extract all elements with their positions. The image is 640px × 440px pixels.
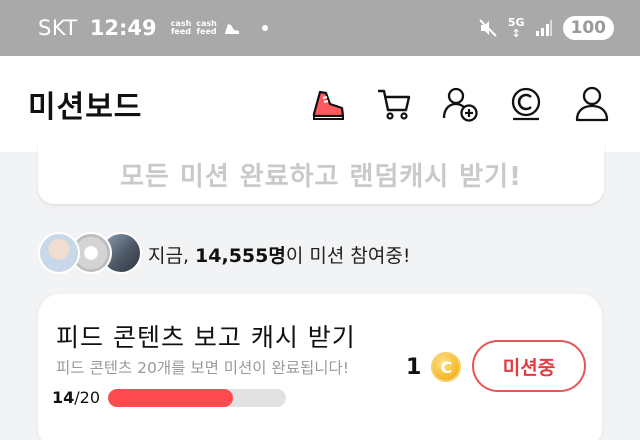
coin-icon: C	[431, 352, 462, 382]
battery-indicator: 100	[562, 16, 614, 40]
app-header: 미션보드	[0, 56, 640, 152]
network-label: 5G	[507, 16, 525, 29]
add-friend-icon[interactable]	[440, 84, 480, 124]
cash-icon[interactable]	[506, 84, 546, 124]
mission-card[interactable]: 피드 콘텐츠 보고 캐시 받기 피드 콘텐츠 20개를 보면 미션이 완료됩니다…	[38, 294, 602, 440]
cashfeed-notification-icon: cash feed	[170, 19, 192, 36]
participants-prefix: 지금,	[148, 244, 196, 267]
cashfeed-notification-icon: cash feed	[196, 19, 217, 36]
more-notifications-dot	[261, 25, 268, 31]
banner-text: 모든 미션 완료하고 랜덤캐시 받기!	[120, 161, 522, 192]
profile-icon[interactable]	[572, 84, 612, 124]
sneaker-icon[interactable]	[308, 84, 348, 124]
mute-icon	[479, 19, 497, 37]
status-bar: SKT 12:49 cash feed cash feed 5G ↕ 100	[0, 0, 640, 56]
mission-status-button[interactable]: 미션중	[472, 340, 586, 392]
mission-progress: 14 /20	[52, 388, 287, 407]
mission-reward: 1 C	[406, 352, 462, 382]
participants-row: 지금, 14,555명이 미션 참여중!	[38, 232, 410, 276]
progress-bar-fill	[108, 388, 233, 407]
header-actions	[308, 84, 612, 124]
mission-title: 피드 콘텐츠 보고 캐시 받기	[56, 323, 356, 352]
notification-icons: cash feed cash feed	[171, 18, 242, 38]
participants-text: 지금, 14,555명이 미션 참여중!	[148, 241, 410, 268]
progress-bar	[108, 388, 287, 407]
sneaker-notification-icon	[224, 24, 239, 34]
cart-icon[interactable]	[374, 84, 414, 124]
clock: 12:49	[89, 16, 157, 40]
reward-amount: 1	[406, 354, 422, 380]
mission-board-content: 모든 미션 완료하고 랜덤캐시 받기! 지금, 14,555명이 미션 참여중!…	[0, 144, 640, 440]
avatar-stack	[38, 232, 142, 276]
signal-icon	[535, 20, 552, 36]
progress-current: 14	[52, 388, 75, 407]
progress-total: /20	[74, 388, 101, 407]
network-badge: 5G ↕	[507, 16, 525, 40]
participants-suffix: 이 미션 참여중!	[285, 244, 411, 267]
participants-count: 14,555명	[195, 244, 286, 267]
random-cash-banner[interactable]: 모든 미션 완료하고 랜덤캐시 받기!	[38, 144, 604, 204]
mission-description: 피드 콘텐츠 20개를 보면 미션이 완료됩니다!	[56, 359, 349, 377]
carrier-label: SKT	[38, 16, 78, 40]
page-title: 미션보드	[28, 90, 143, 125]
avatar	[38, 232, 80, 274]
